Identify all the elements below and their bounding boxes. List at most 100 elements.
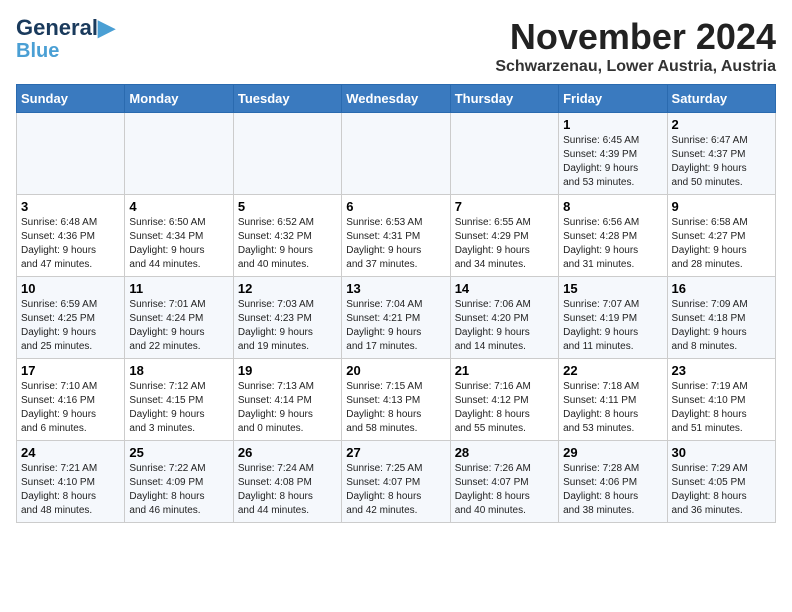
calendar-cell: 6 Sunrise: 6:53 AM Sunset: 4:31 PM Daylig…: [342, 195, 450, 277]
calendar-cell: 21 Sunrise: 7:16 AM Sunset: 4:12 PM Dayli…: [450, 359, 558, 441]
calendar-cell: 15Sunrise: 7:07 AM Sunset: 4:19 PM Dayli…: [559, 277, 667, 359]
calendar-week-row: 1Sunrise: 6:45 AM Sunset: 4:39 PM Daylig…: [17, 113, 776, 195]
day-info: Sunrise: 7:25 AM Sunset: 4:07 PM Dayligh…: [346, 462, 445, 518]
day-info: Sunrise: 7:19 AM Sunset: 4:10 PM Dayligh…: [672, 380, 771, 436]
day-number: 2: [672, 117, 771, 132]
calendar-cell: 17Sunrise: 7:10 AM Sunset: 4:16 PM Dayli…: [17, 359, 125, 441]
calendar-cell: 23 Sunrise: 7:19 AM Sunset: 4:10 PM Dayli…: [667, 359, 775, 441]
calendar-cell: 27 Sunrise: 7:25 AM Sunset: 4:07 PM Dayli…: [342, 441, 450, 523]
day-info: Sunrise: 7:21 AM Sunset: 4:10 PM Dayligh…: [21, 462, 120, 518]
day-info: Sunrise: 7:07 AM Sunset: 4:19 PM Dayligh…: [563, 298, 662, 354]
calendar-cell: 28 Sunrise: 7:26 AM Sunset: 4:07 PM Dayli…: [450, 441, 558, 523]
col-header-wednesday: Wednesday: [342, 85, 450, 113]
day-number: 24: [21, 445, 120, 460]
calendar-cell: 8 Sunrise: 6:56 AM Sunset: 4:28 PM Daylig…: [559, 195, 667, 277]
day-info: Sunrise: 6:45 AM Sunset: 4:39 PM Dayligh…: [563, 134, 662, 190]
col-header-sunday: Sunday: [17, 85, 125, 113]
logo-blue: Blue: [16, 40, 59, 62]
day-number: 20: [346, 363, 445, 378]
day-number: 8: [563, 199, 662, 214]
day-number: 22: [563, 363, 662, 378]
calendar-cell: [233, 113, 341, 195]
day-info: Sunrise: 7:29 AM Sunset: 4:05 PM Dayligh…: [672, 462, 771, 518]
calendar-week-row: 17Sunrise: 7:10 AM Sunset: 4:16 PM Dayli…: [17, 359, 776, 441]
day-info: Sunrise: 6:50 AM Sunset: 4:34 PM Dayligh…: [129, 216, 228, 272]
day-info: Sunrise: 7:04 AM Sunset: 4:21 PM Dayligh…: [346, 298, 445, 354]
day-info: Sunrise: 6:55 AM Sunset: 4:29 PM Dayligh…: [455, 216, 554, 272]
calendar-week-row: 3 Sunrise: 6:48 AM Sunset: 4:36 PM Daylig…: [17, 195, 776, 277]
calendar-cell: 22 Sunrise: 7:18 AM Sunset: 4:11 PM Dayli…: [559, 359, 667, 441]
day-info: Sunrise: 6:47 AM Sunset: 4:37 PM Dayligh…: [672, 134, 771, 190]
day-number: 23: [672, 363, 771, 378]
day-info: Sunrise: 6:53 AM Sunset: 4:31 PM Dayligh…: [346, 216, 445, 272]
day-number: 3: [21, 199, 120, 214]
calendar-header-row: SundayMondayTuesdayWednesdayThursdayFrid…: [17, 85, 776, 113]
calendar-cell: 29Sunrise: 7:28 AM Sunset: 4:06 PM Dayli…: [559, 441, 667, 523]
day-number: 12: [238, 281, 337, 296]
logo-triangle-icon: ▶: [98, 15, 115, 40]
calendar-cell: 19 Sunrise: 7:13 AM Sunset: 4:14 PM Dayli…: [233, 359, 341, 441]
col-header-thursday: Thursday: [450, 85, 558, 113]
day-number: 28: [455, 445, 554, 460]
calendar-cell: 20 Sunrise: 7:15 AM Sunset: 4:13 PM Dayli…: [342, 359, 450, 441]
calendar-cell: 9 Sunrise: 6:58 AM Sunset: 4:27 PM Daylig…: [667, 195, 775, 277]
day-number: 27: [346, 445, 445, 460]
day-info: Sunrise: 7:16 AM Sunset: 4:12 PM Dayligh…: [455, 380, 554, 436]
calendar-cell: 24 Sunrise: 7:21 AM Sunset: 4:10 PM Dayli…: [17, 441, 125, 523]
calendar-cell: 25Sunrise: 7:22 AM Sunset: 4:09 PM Dayli…: [125, 441, 233, 523]
calendar-cell: 18Sunrise: 7:12 AM Sunset: 4:15 PM Dayli…: [125, 359, 233, 441]
day-number: 13: [346, 281, 445, 296]
calendar-cell: 3 Sunrise: 6:48 AM Sunset: 4:36 PM Daylig…: [17, 195, 125, 277]
day-number: 17: [21, 363, 120, 378]
col-header-friday: Friday: [559, 85, 667, 113]
day-info: Sunrise: 7:18 AM Sunset: 4:11 PM Dayligh…: [563, 380, 662, 436]
col-header-monday: Monday: [125, 85, 233, 113]
day-number: 5: [238, 199, 337, 214]
calendar-cell: [17, 113, 125, 195]
calendar-table: SundayMondayTuesdayWednesdayThursdayFrid…: [16, 84, 776, 523]
day-info: Sunrise: 7:06 AM Sunset: 4:20 PM Dayligh…: [455, 298, 554, 354]
day-info: Sunrise: 6:58 AM Sunset: 4:27 PM Dayligh…: [672, 216, 771, 272]
day-number: 11: [129, 281, 228, 296]
day-number: 26: [238, 445, 337, 460]
calendar-cell: 2 Sunrise: 6:47 AM Sunset: 4:37 PM Daylig…: [667, 113, 775, 195]
day-info: Sunrise: 6:52 AM Sunset: 4:32 PM Dayligh…: [238, 216, 337, 272]
calendar-cell: 14 Sunrise: 7:06 AM Sunset: 4:20 PM Dayli…: [450, 277, 558, 359]
calendar-cell: 5 Sunrise: 6:52 AM Sunset: 4:32 PM Daylig…: [233, 195, 341, 277]
logo-general: General▶: [16, 16, 115, 40]
calendar-week-row: 10 Sunrise: 6:59 AM Sunset: 4:25 PM Dayli…: [17, 277, 776, 359]
day-info: Sunrise: 6:48 AM Sunset: 4:36 PM Dayligh…: [21, 216, 120, 272]
calendar-cell: 12 Sunrise: 7:03 AM Sunset: 4:23 PM Dayli…: [233, 277, 341, 359]
day-info: Sunrise: 7:03 AM Sunset: 4:23 PM Dayligh…: [238, 298, 337, 354]
calendar-cell: 11 Sunrise: 7:01 AM Sunset: 4:24 PM Dayli…: [125, 277, 233, 359]
month-title: November 2024: [495, 16, 776, 58]
day-info: Sunrise: 7:15 AM Sunset: 4:13 PM Dayligh…: [346, 380, 445, 436]
day-info: Sunrise: 6:59 AM Sunset: 4:25 PM Dayligh…: [21, 298, 120, 354]
day-number: 10: [21, 281, 120, 296]
day-info: Sunrise: 7:13 AM Sunset: 4:14 PM Dayligh…: [238, 380, 337, 436]
day-info: Sunrise: 7:09 AM Sunset: 4:18 PM Dayligh…: [672, 298, 771, 354]
day-info: Sunrise: 7:28 AM Sunset: 4:06 PM Dayligh…: [563, 462, 662, 518]
page-header: General▶ Blue November 2024 Schwarzenau,…: [16, 16, 776, 76]
calendar-cell: 7Sunrise: 6:55 AM Sunset: 4:29 PM Daylig…: [450, 195, 558, 277]
calendar-cell: 16Sunrise: 7:09 AM Sunset: 4:18 PM Dayli…: [667, 277, 775, 359]
day-number: 21: [455, 363, 554, 378]
day-info: Sunrise: 6:56 AM Sunset: 4:28 PM Dayligh…: [563, 216, 662, 272]
day-number: 25: [129, 445, 228, 460]
day-info: Sunrise: 7:01 AM Sunset: 4:24 PM Dayligh…: [129, 298, 228, 354]
col-header-saturday: Saturday: [667, 85, 775, 113]
day-number: 14: [455, 281, 554, 296]
day-info: Sunrise: 7:26 AM Sunset: 4:07 PM Dayligh…: [455, 462, 554, 518]
calendar-cell: 26 Sunrise: 7:24 AM Sunset: 4:08 PM Dayli…: [233, 441, 341, 523]
calendar-cell: 13 Sunrise: 7:04 AM Sunset: 4:21 PM Dayli…: [342, 277, 450, 359]
calendar-cell: 30 Sunrise: 7:29 AM Sunset: 4:05 PM Dayli…: [667, 441, 775, 523]
day-info: Sunrise: 7:12 AM Sunset: 4:15 PM Dayligh…: [129, 380, 228, 436]
day-number: 30: [672, 445, 771, 460]
calendar-cell: [125, 113, 233, 195]
calendar-cell: [342, 113, 450, 195]
day-number: 9: [672, 199, 771, 214]
day-info: Sunrise: 7:24 AM Sunset: 4:08 PM Dayligh…: [238, 462, 337, 518]
title-block: November 2024 Schwarzenau, Lower Austria…: [495, 16, 776, 76]
day-number: 6: [346, 199, 445, 214]
day-number: 19: [238, 363, 337, 378]
